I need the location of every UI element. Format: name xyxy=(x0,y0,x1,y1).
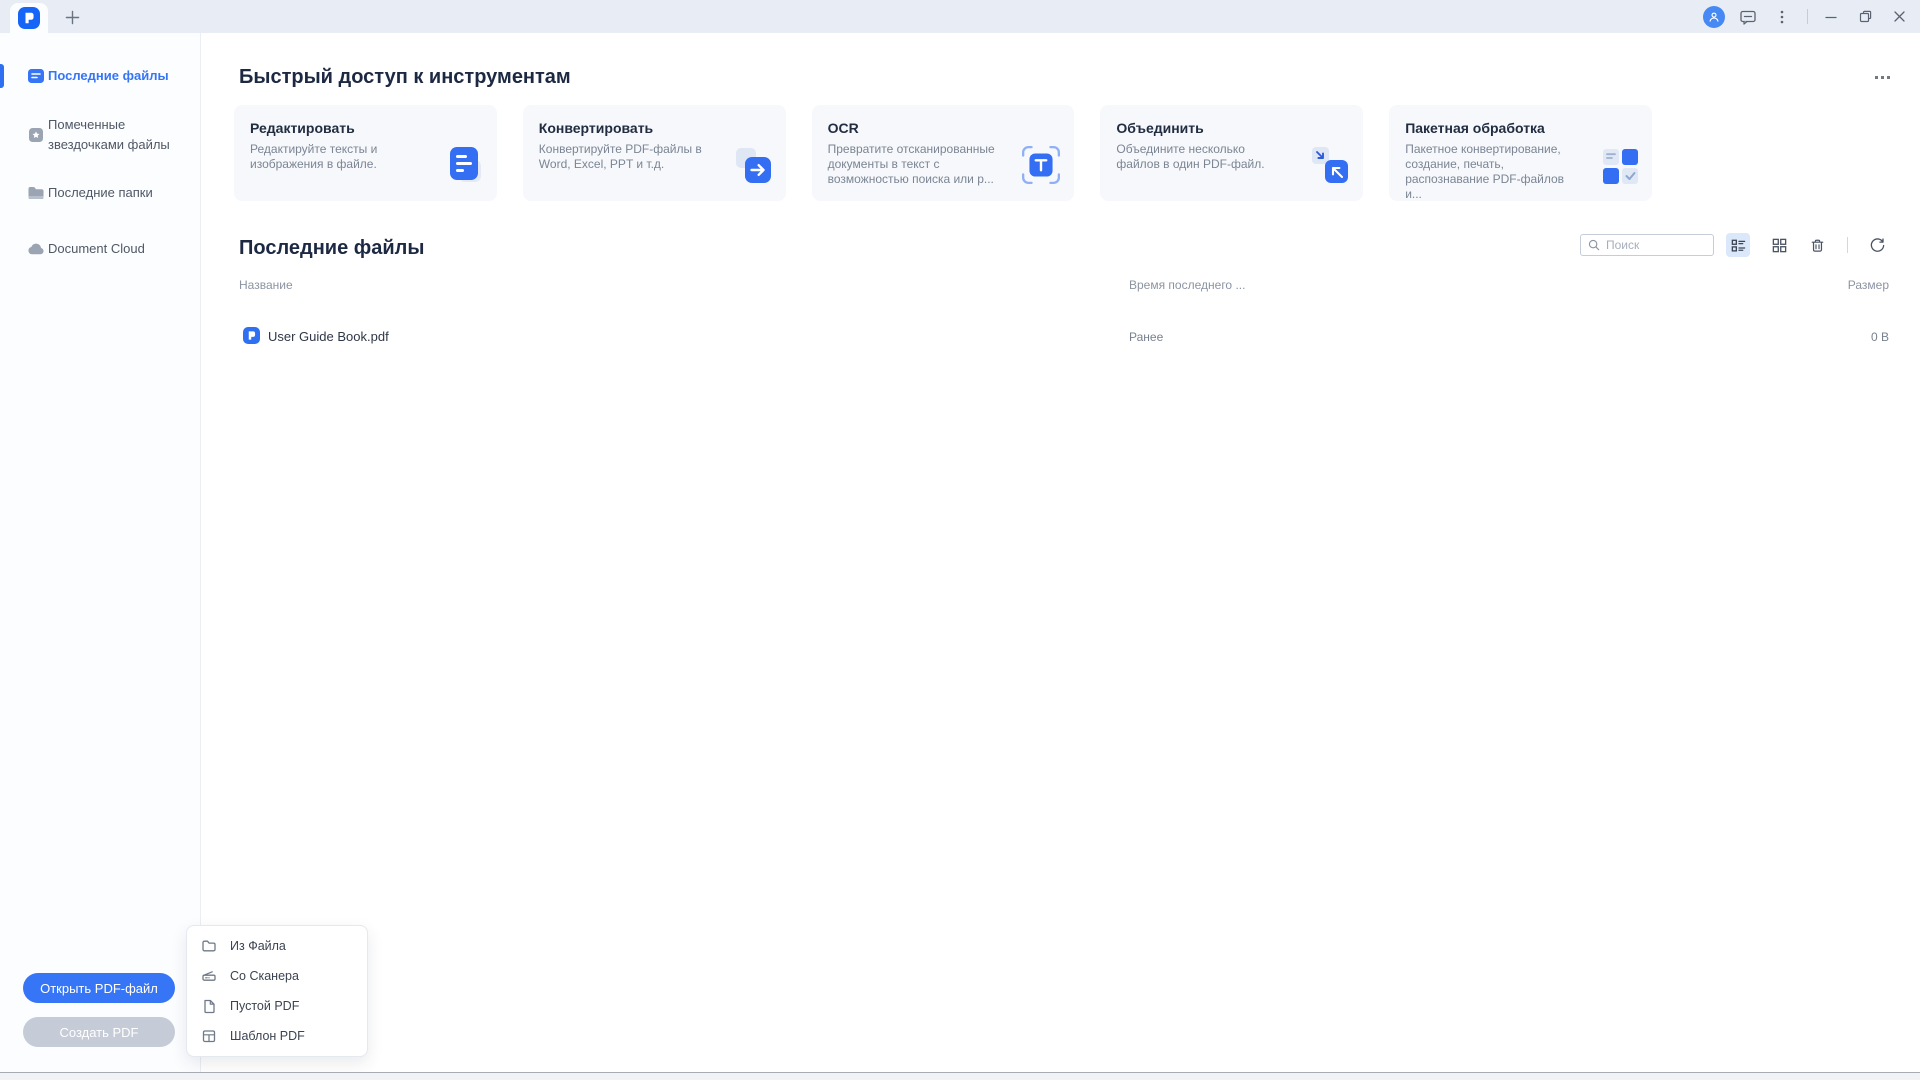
folder-icon xyxy=(201,938,217,954)
menu-item-template-pdf[interactable]: Шаблон PDF xyxy=(187,1021,367,1051)
card-title: Пакетная обработка xyxy=(1405,120,1636,136)
scanner-icon xyxy=(201,968,217,984)
sidebar-item-recent-files[interactable]: Последние файлы xyxy=(0,62,201,90)
sidebar-item-label: Помеченные звездочками файлы xyxy=(48,115,176,155)
window-bottom-edge xyxy=(0,1072,1920,1080)
feedback-icon[interactable] xyxy=(1737,6,1759,28)
card-description: Конвертируйте PDF-файлы в Word, Excel, P… xyxy=(539,142,711,172)
card-title: Редактировать xyxy=(250,120,481,136)
column-header-time[interactable]: Время последнего ... xyxy=(1129,278,1245,292)
card-title: OCR xyxy=(828,120,1059,136)
active-indicator xyxy=(0,64,4,88)
convert-icon xyxy=(732,144,774,191)
quick-access-title: Быстрый доступ к инструментам xyxy=(239,66,571,89)
create-pdf-menu: Из Файла Со Сканера Пустой PDF Шаблон PD… xyxy=(186,925,368,1057)
file-time: Ранее xyxy=(1129,330,1163,344)
open-pdf-button[interactable]: Открыть PDF-файл xyxy=(23,973,175,1003)
sidebar-item-recent-folders[interactable]: Последние папки xyxy=(0,180,201,206)
card-convert[interactable]: Конвертировать Конвертируйте PDF-файлы в… xyxy=(523,105,786,201)
quick-access-cards: Редактировать Редактируйте тексты и изоб… xyxy=(234,105,1652,201)
card-title: Конвертировать xyxy=(539,120,770,136)
create-pdf-button[interactable]: Создать PDF xyxy=(23,1017,175,1047)
file-size: 0 B xyxy=(1871,330,1889,344)
search-input[interactable] xyxy=(1606,238,1707,252)
starred-files-icon xyxy=(27,126,45,144)
menu-item-from-scanner[interactable]: Со Сканера xyxy=(187,961,367,991)
edit-icon xyxy=(443,144,485,191)
card-description: Превратите отсканированные документы в т… xyxy=(828,142,1000,187)
card-description: Объедините несколько файлов в один PDF-ф… xyxy=(1116,142,1288,172)
card-description: Редактируйте тексты и изображения в файл… xyxy=(250,142,422,172)
close-button[interactable] xyxy=(1886,4,1912,30)
card-merge[interactable]: Объединить Объедините несколько файлов в… xyxy=(1100,105,1363,201)
pdfelement-logo-icon xyxy=(18,7,40,29)
list-view-icon[interactable] xyxy=(1726,233,1750,257)
recent-files-icon xyxy=(27,67,45,85)
more-horizontal-icon[interactable] xyxy=(1869,69,1895,85)
file-name: User Guide Book.pdf xyxy=(268,329,389,344)
maximize-button[interactable] xyxy=(1852,4,1878,30)
card-ocr[interactable]: OCR Превратите отсканированные документы… xyxy=(812,105,1075,201)
menu-item-blank-pdf[interactable]: Пустой PDF xyxy=(187,991,367,1021)
sidebar-item-starred-files[interactable]: Помеченные звездочками файлы xyxy=(0,115,201,155)
refresh-icon[interactable] xyxy=(1865,233,1889,257)
search-box[interactable] xyxy=(1580,234,1714,256)
menu-item-label: Из Файла xyxy=(230,939,286,953)
column-header-name[interactable]: Название xyxy=(239,278,293,292)
sidebar-item-label: Последние папки xyxy=(48,183,176,203)
template-icon xyxy=(201,1028,217,1044)
document-cloud-icon xyxy=(27,240,45,258)
ocr-icon xyxy=(1020,144,1062,191)
menu-item-label: Со Сканера xyxy=(230,969,299,983)
new-tab-button[interactable] xyxy=(62,7,82,27)
minimize-button[interactable] xyxy=(1818,4,1844,30)
card-edit[interactable]: Редактировать Редактируйте тексты и изоб… xyxy=(234,105,497,201)
search-icon xyxy=(1587,238,1601,252)
titlebar xyxy=(0,0,1920,33)
batch-icon xyxy=(1600,146,1640,191)
sidebar-item-document-cloud[interactable]: Document Cloud xyxy=(0,236,201,262)
sidebar-item-label: Document Cloud xyxy=(48,239,176,259)
titlebar-separator xyxy=(1807,9,1808,24)
merge-icon xyxy=(1309,144,1351,191)
home-tab[interactable] xyxy=(10,3,48,33)
grid-view-icon[interactable] xyxy=(1767,233,1791,257)
menu-item-label: Пустой PDF xyxy=(230,999,299,1013)
main-content: Быстрый доступ к инструментам Редактиров… xyxy=(201,33,1920,1072)
account-avatar-icon[interactable] xyxy=(1703,6,1725,28)
card-batch[interactable]: Пакетная обработка Пакетное конвертирова… xyxy=(1389,105,1652,201)
more-vertical-icon[interactable] xyxy=(1771,6,1793,28)
file-row[interactable]: User Guide Book.pdf Ранее 0 B xyxy=(201,321,1920,355)
pdf-file-icon xyxy=(243,327,260,344)
recent-folders-icon xyxy=(27,184,45,202)
blank-page-icon xyxy=(201,998,217,1014)
menu-item-label: Шаблон PDF xyxy=(230,1029,305,1043)
column-header-size[interactable]: Размер xyxy=(1848,278,1889,292)
recent-files-title: Последние файлы xyxy=(239,237,424,260)
sidebar-item-label: Последние файлы xyxy=(48,66,176,86)
menu-item-from-file[interactable]: Из Файла xyxy=(187,931,367,961)
sidebar: Последние файлы Помеченные звездочками ф… xyxy=(0,33,201,1072)
trash-icon[interactable] xyxy=(1805,233,1829,257)
card-description: Пакетное конвертирование, создание, печа… xyxy=(1405,142,1577,202)
toolbar-separator xyxy=(1847,237,1848,253)
card-title: Объединить xyxy=(1116,120,1347,136)
